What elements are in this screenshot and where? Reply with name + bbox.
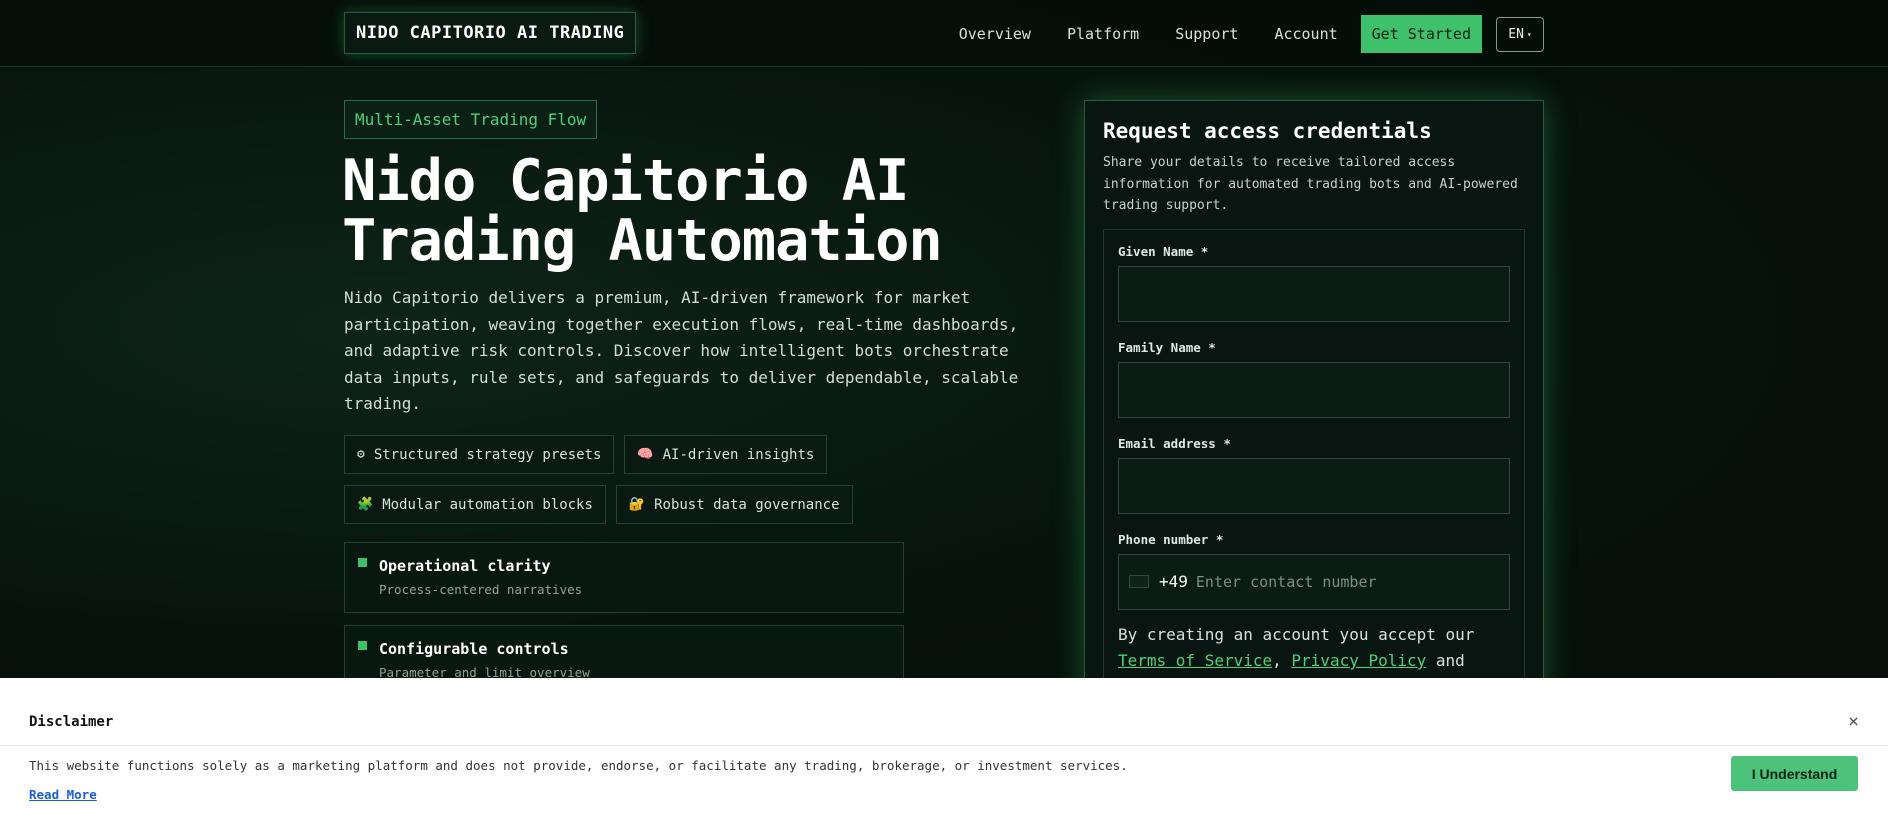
feature-chips: ⚙ Structured strategy presets 🧠 AI-drive… — [344, 435, 1024, 535]
chip-label: Modular automation blocks — [382, 496, 593, 513]
country-flag-icon[interactable] — [1129, 575, 1149, 588]
brain-icon: 🧠 — [637, 447, 654, 462]
given-name-label: Given Name * — [1118, 243, 1209, 259]
disclaimer-banner: Disclaimer × This website functions sole… — [0, 678, 1888, 818]
square-bullet-icon — [358, 558, 367, 567]
card-subtitle: Process-centered narratives — [379, 582, 583, 597]
chip-ai-insights: 🧠 AI-driven insights — [624, 435, 828, 474]
i-understand-button[interactable]: I Understand — [1731, 756, 1858, 791]
language-selector[interactable]: EN ▾ — [1496, 16, 1544, 52]
language-label: EN — [1508, 26, 1524, 42]
privacy-policy-link[interactable]: Privacy Policy — [1291, 651, 1426, 670]
square-bullet-icon — [358, 641, 367, 650]
nav-support[interactable]: Support — [1175, 25, 1238, 43]
phone-label: Phone number * — [1118, 531, 1224, 547]
nav-overview[interactable]: Overview — [959, 25, 1031, 43]
hero-tagline: Multi-Asset Trading Flow — [344, 100, 598, 139]
disclaimer-title: Disclaimer — [29, 714, 114, 730]
chip-label: AI-driven insights — [662, 446, 815, 463]
site-logo[interactable]: NIDO CAPITORIO AI TRADING — [344, 12, 637, 54]
given-name-input[interactable] — [1118, 265, 1510, 322]
chip-strategy-presets: ⚙ Structured strategy presets — [344, 435, 615, 474]
email-label: Email address * — [1118, 435, 1231, 451]
chevron-down-icon: ▾ — [1526, 29, 1532, 39]
chip-data-governance: 🔐 Robust data governance — [615, 485, 853, 524]
terms-and: and — [1435, 651, 1465, 670]
gear-icon: ⚙ — [357, 447, 365, 462]
card-operational-clarity: Operational clarity Process-centered nar… — [344, 542, 904, 613]
form-subtitle: Share your details to receive tailored a… — [1103, 155, 1518, 213]
disclaimer-text: This website functions solely as a marke… — [29, 758, 1128, 773]
terms-prefix: By creating an account you accept our — [1118, 624, 1475, 644]
card-title: Operational clarity — [379, 557, 551, 575]
get-started-button[interactable]: Get Started — [1360, 15, 1482, 53]
puzzle-icon: 🧩 — [357, 497, 374, 512]
family-name-input[interactable] — [1118, 361, 1510, 418]
email-input[interactable] — [1118, 457, 1510, 514]
terms-of-service-link[interactable]: Terms of Service — [1118, 651, 1272, 670]
card-title: Configurable controls — [379, 640, 569, 658]
form-title: Request access credentials — [1103, 119, 1432, 143]
chip-automation-blocks: 🧩 Modular automation blocks — [344, 485, 606, 524]
nav-account[interactable]: Account — [1274, 25, 1337, 43]
chip-label: Robust data governance — [654, 496, 840, 513]
phone-input[interactable] — [1195, 561, 1499, 602]
hero-title: Nido Capitorio AI Trading Automation — [342, 148, 943, 274]
access-form-panel: Request access credentials Share your de… — [1084, 100, 1544, 700]
signup-form: Given Name * Family Name * Email address… — [1103, 228, 1525, 689]
hero-description: Nido Capitorio delivers a premium, AI-dr… — [344, 288, 1019, 413]
chip-label: Structured strategy presets — [373, 446, 602, 463]
family-name-label: Family Name * — [1118, 339, 1216, 355]
close-icon[interactable]: × — [1848, 711, 1859, 732]
site-header: NIDO CAPITORIO AI TRADING Overview Platf… — [0, 0, 1888, 67]
disclaimer-header: Disclaimer × — [0, 678, 1888, 746]
lock-icon: 🔐 — [628, 497, 646, 512]
read-more-link[interactable]: Read More — [29, 787, 97, 802]
phone-field: +49 — [1118, 553, 1510, 610]
terms-text: By creating an account you accept our Te… — [1118, 622, 1510, 675]
nav-platform[interactable]: Platform — [1067, 25, 1139, 43]
main-nav: Overview Platform Support Account Get St… — [959, 15, 1544, 53]
phone-country-code[interactable]: +49 — [1159, 572, 1188, 591]
terms-comma: , — [1272, 651, 1282, 670]
